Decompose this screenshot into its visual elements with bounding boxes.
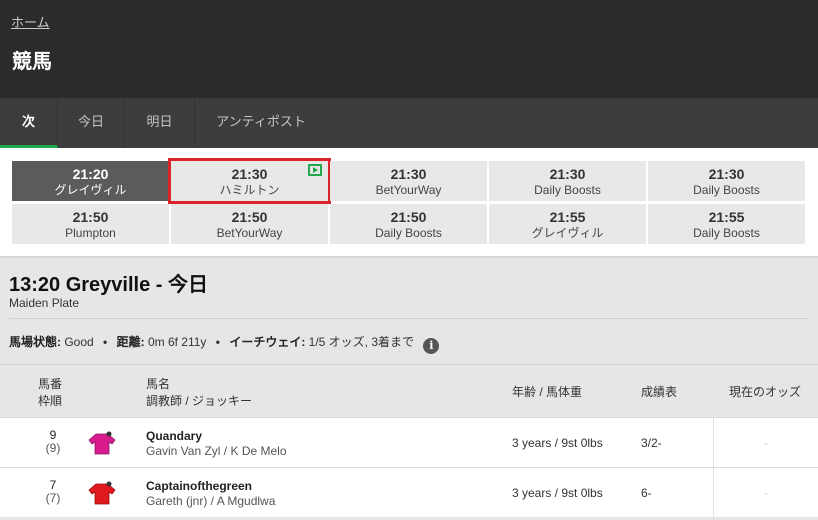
race-card[interactable]: 21:50 Daily Boosts <box>330 204 487 244</box>
race-time: 21:30 <box>231 166 268 182</box>
race-time: 21:20 <box>72 166 109 182</box>
race-time: 21:30 <box>390 166 427 182</box>
odds-button[interactable]: - <box>713 418 818 468</box>
each-way-value: 1/5 オッズ, 3着まで <box>308 335 415 349</box>
info-icon[interactable]: i <box>423 338 440 354</box>
table-row[interactable]: 9 (9) Quandary Gavin Van Zyl / K De Melo… <box>0 417 818 468</box>
race-card[interactable]: 21:55 Daily Boosts <box>648 204 805 244</box>
form: 6- <box>641 486 652 500</box>
race-card[interactable]: 21:30 BetYourWay <box>330 161 487 201</box>
page-header: ホーム 競馬 <box>0 0 818 98</box>
trainer-jockey: Gareth (jnr) / A Mgudlwa <box>146 494 276 508</box>
tab-antepost[interactable]: アンティポスト <box>195 98 327 148</box>
race-info: 13:20 Greyville - 今日 Maiden Plate 馬場状態: … <box>0 258 818 364</box>
tab-next[interactable]: 次 <box>0 98 58 148</box>
race-card[interactable]: 21:30 Daily Boosts <box>489 161 646 201</box>
race-venue: ハミルトン <box>219 183 280 197</box>
going-value: Good <box>64 335 94 349</box>
separator-dot: • <box>215 335 220 349</box>
tab-today[interactable]: 今日 <box>58 98 125 148</box>
race-time: 21:30 <box>708 166 745 182</box>
runners-table-header: 馬番 枠順 馬名 調教師 / ジョッキー 年齢 / 馬体重 成績表 現在のオッズ <box>0 364 818 417</box>
race-time: 21:50 <box>231 209 268 225</box>
breadcrumb-home[interactable]: ホーム <box>11 12 50 31</box>
table-row[interactable]: 7 (7) Captainofthegreen Gareth (jnr) / A… <box>0 467 818 518</box>
form: 3/2- <box>641 436 662 450</box>
race-venue: Plumpton <box>65 226 116 240</box>
race-card[interactable]: 21:20 グレイヴィル <box>12 161 169 201</box>
horse-name[interactable]: Captainofthegreen <box>146 479 252 493</box>
race-venue: Daily Boosts <box>693 226 760 240</box>
horse-name[interactable]: Quandary <box>146 429 202 443</box>
race-venue: Daily Boosts <box>693 183 760 197</box>
race-card[interactable]: 21:30 Daily Boosts <box>648 161 805 201</box>
race-conditions: 馬場状態: Good • 距離: 0m 6f 211y • イーチウェイ: 1/… <box>9 333 440 354</box>
trainer-jockey: Gavin Van Zyl / K De Melo <box>146 444 287 458</box>
header-odds: 現在のオッズ <box>729 385 802 399</box>
race-time: 21:50 <box>390 209 427 225</box>
race-venue: Daily Boosts <box>375 226 442 240</box>
race-time: 21:55 <box>708 209 745 225</box>
distance-label: 距離: <box>116 335 145 349</box>
race-venue: BetYourWay <box>375 183 442 197</box>
race-card[interactable]: 21:50 Plumpton <box>12 204 169 244</box>
distance-value: 0m 6f 211y <box>147 335 207 349</box>
race-heading: 13:20 Greyville - 今日 <box>9 274 208 296</box>
race-venue: BetYourWay <box>216 226 283 240</box>
jockey-silk-icon <box>88 481 116 505</box>
header-trainer-jockey: 調教師 / ジョッキー <box>146 394 253 408</box>
day-tabs: 次 今日 明日 アンティポスト <box>0 98 818 148</box>
divider <box>9 318 809 319</box>
header-horse: 馬名 <box>146 377 171 391</box>
header-age-weight: 年齢 / 馬体重 <box>512 385 583 399</box>
silk-cap <box>106 431 112 437</box>
race-venue: グレイヴィル <box>531 226 604 240</box>
race-venue: Daily Boosts <box>534 183 601 197</box>
age-weight: 3 years / 9st 0lbs <box>512 436 603 450</box>
race-time: 21:55 <box>549 209 586 225</box>
next-races-grid: 21:20 グレイヴィル 21:30 ハミルトン 21:30 BetYourWa… <box>0 148 818 258</box>
silk-body <box>88 433 116 455</box>
header-draw: 枠順 <box>38 394 63 408</box>
age-weight: 3 years / 9st 0lbs <box>512 486 603 500</box>
runner-number-cell: 7 (7) <box>40 479 66 505</box>
silk-body <box>88 483 116 505</box>
each-way-label: イーチウェイ: <box>229 335 306 349</box>
runner-draw: (9) <box>45 441 61 455</box>
odds-button[interactable]: - <box>713 468 818 518</box>
race-card[interactable]: 21:30 ハミルトン <box>168 158 331 204</box>
going-label: 馬場状態: <box>9 335 61 349</box>
page-title: 競馬 <box>12 51 52 73</box>
runner-draw: (7) <box>45 491 61 505</box>
runner-number-cell: 9 (9) <box>40 429 66 455</box>
race-card[interactable]: 21:55 グレイヴィル <box>489 204 646 244</box>
jockey-silk-icon <box>88 431 116 455</box>
tab-tomorrow[interactable]: 明日 <box>125 98 195 148</box>
header-number: 馬番 <box>38 377 63 391</box>
race-card[interactable]: 21:50 BetYourWay <box>171 204 328 244</box>
race-time: 21:50 <box>72 209 109 225</box>
separator-dot: • <box>103 335 108 349</box>
tv-icon <box>308 164 322 176</box>
silk-cap <box>106 481 112 487</box>
race-venue: グレイヴィル <box>54 183 127 197</box>
header-form: 成績表 <box>641 385 678 399</box>
race-time: 21:30 <box>549 166 586 182</box>
race-class: Maiden Plate <box>9 296 80 310</box>
